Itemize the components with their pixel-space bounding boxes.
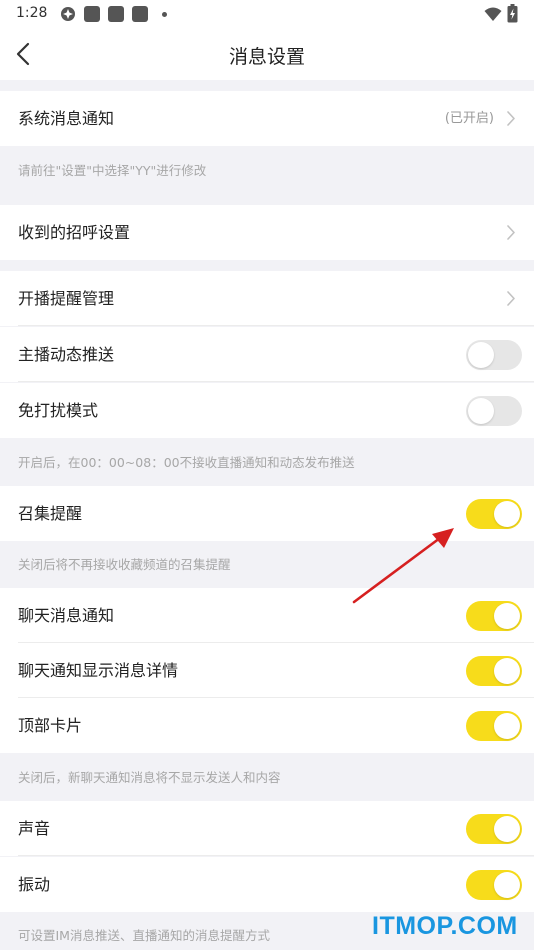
do-not-disturb-row: 免打扰模式 xyxy=(0,383,534,438)
sound-hint: 可设置IM消息推送、直播通知的消息提醒方式 xyxy=(18,928,270,943)
anchor-dynamic-push-row: 主播动态推送 xyxy=(0,327,534,382)
vibrate-toggle[interactable] xyxy=(466,870,522,900)
divider xyxy=(18,855,534,856)
anchor-dynamic-push-toggle[interactable] xyxy=(466,340,522,370)
chat-notification-label: 聊天消息通知 xyxy=(18,606,115,625)
status-time: 1:28 xyxy=(16,5,48,21)
system-notification-hint: 请前往"设置"中选择"YY"进行修改 xyxy=(18,163,207,178)
top-card-toggle[interactable] xyxy=(466,711,522,741)
notification-square-icon xyxy=(108,6,124,22)
page-title: 消息设置 xyxy=(228,46,305,68)
start-broadcast-reminder-label: 开播提醒管理 xyxy=(18,289,115,308)
chat-detail-row: 聊天通知显示消息详情 xyxy=(0,643,534,698)
system-notification-status: (已开启) xyxy=(444,111,494,126)
greeting-settings-row[interactable]: 收到的招呼设置 xyxy=(0,205,534,260)
status-bar: 1:28 xyxy=(0,0,534,28)
chevron-right-icon xyxy=(507,291,515,306)
watermark: ITMOP.COM xyxy=(372,912,518,940)
notification-square-icon xyxy=(132,6,148,22)
annotation-arrow-icon xyxy=(352,528,454,604)
gather-reminder-label: 召集提醒 xyxy=(18,504,83,523)
chat-hint: 关闭后，新聊天通知消息将不显示发送人和内容 xyxy=(18,770,281,785)
anchor-dynamic-push-label: 主播动态推送 xyxy=(18,345,115,364)
divider xyxy=(18,381,534,382)
do-not-disturb-toggle[interactable] xyxy=(466,396,522,426)
sound-toggle[interactable] xyxy=(466,814,522,844)
chevron-right-icon xyxy=(507,111,515,126)
battery-charging-icon xyxy=(507,4,518,23)
sound-label: 声音 xyxy=(18,819,51,838)
toggle-knob xyxy=(494,658,520,684)
toggle-knob xyxy=(494,501,520,527)
chevron-right-icon xyxy=(507,225,515,240)
do-not-disturb-hint: 开启后，在00：00~08：00不接收直播通知和动态发布推送 xyxy=(18,455,355,470)
nav-bar: 消息设置 xyxy=(0,28,534,80)
sound-row: 声音 xyxy=(0,801,534,856)
vibrate-row: 振动 xyxy=(0,857,534,912)
chat-notification-toggle[interactable] xyxy=(466,601,522,631)
notification-square-icon xyxy=(84,6,100,22)
system-notification-row[interactable]: 系统消息通知 (已开启) xyxy=(0,91,534,146)
toggle-knob xyxy=(494,872,520,898)
greeting-settings-label: 收到的招呼设置 xyxy=(18,223,131,242)
dot-icon xyxy=(162,12,167,17)
toggle-knob xyxy=(468,342,494,368)
chat-detail-label: 聊天通知显示消息详情 xyxy=(18,661,179,680)
toggle-knob xyxy=(494,816,520,842)
system-notification-label: 系统消息通知 xyxy=(18,109,115,128)
toggle-knob xyxy=(494,603,520,629)
app-icon xyxy=(61,7,75,21)
gather-reminder-hint: 关闭后将不再接收收藏频道的召集提醒 xyxy=(18,557,231,572)
toggle-knob xyxy=(494,713,520,739)
toggle-knob xyxy=(468,398,494,424)
start-broadcast-reminder-row[interactable]: 开播提醒管理 xyxy=(0,271,534,326)
do-not-disturb-label: 免打扰模式 xyxy=(18,401,99,420)
top-card-row: 顶部卡片 xyxy=(0,698,534,753)
gather-reminder-toggle[interactable] xyxy=(466,499,522,529)
vibrate-label: 振动 xyxy=(18,875,51,894)
divider xyxy=(18,325,534,326)
chat-detail-toggle[interactable] xyxy=(466,656,522,686)
top-card-label: 顶部卡片 xyxy=(18,716,83,735)
wifi-icon xyxy=(484,7,502,21)
